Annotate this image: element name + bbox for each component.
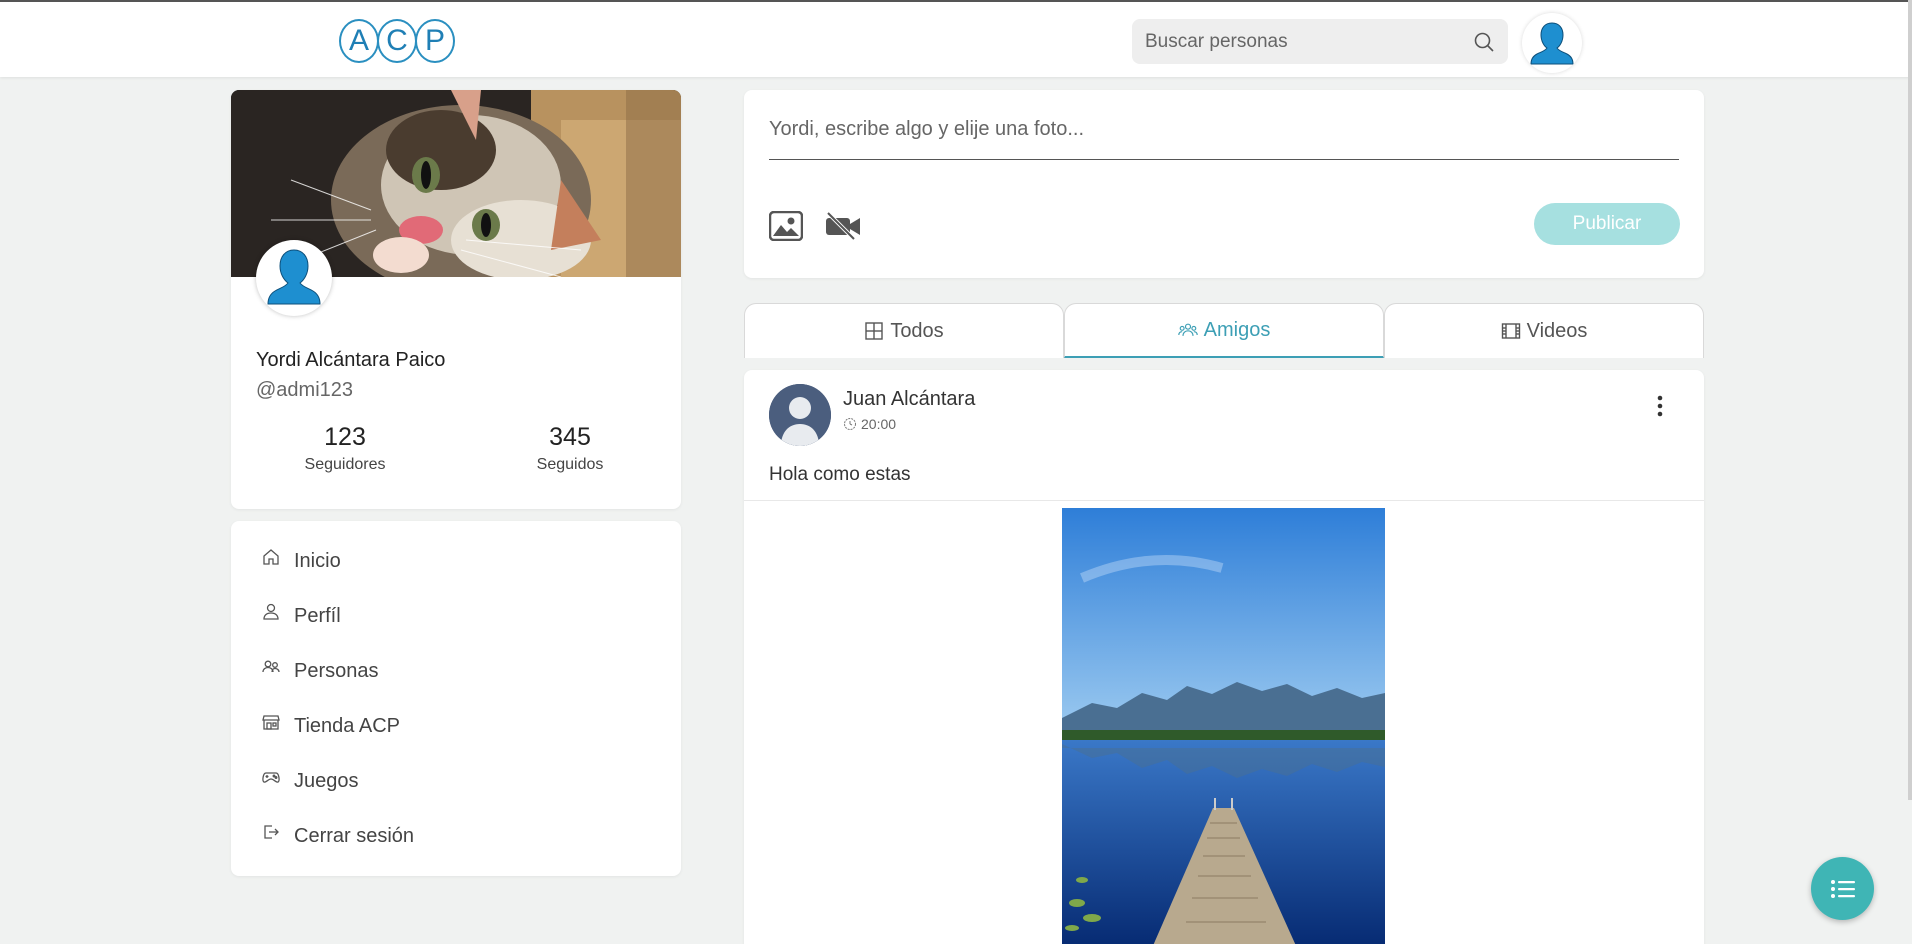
top-navbar: A C P [0, 0, 1912, 77]
publish-button[interactable]: Publicar [1534, 203, 1680, 245]
home-icon [263, 549, 279, 565]
post-timestamp: 20:00 [843, 416, 896, 432]
more-options-icon[interactable] [1656, 394, 1664, 418]
post-text: Hola como estas [769, 464, 911, 485]
image-icon[interactable] [769, 211, 803, 241]
lake-photo [1062, 508, 1385, 944]
menu-item-label: Inicio [294, 549, 341, 572]
followers-label: Seguidores [304, 456, 386, 473]
header-avatar[interactable] [1522, 13, 1582, 73]
post-author-avatar[interactable] [769, 384, 831, 446]
video-off-icon[interactable] [824, 211, 862, 241]
post-time-text: 20:00 [861, 416, 897, 432]
grid-icon [865, 322, 884, 340]
acp-logo[interactable]: A C P [339, 19, 455, 63]
menu-item-inicio[interactable]: Inicio [261, 541, 651, 581]
menu-item-label: Perfíl [294, 604, 341, 627]
floating-list-button[interactable] [1811, 857, 1874, 920]
logo-letter-a: A [339, 19, 379, 63]
tab-label: Amigos [1203, 318, 1271, 341]
profile-avatar[interactable] [256, 240, 332, 316]
logo-letter-p: P [415, 19, 455, 63]
store-icon [262, 715, 280, 730]
tab-label: Videos [1526, 319, 1588, 342]
sidebar-menu: Inicio Perfíl Personas Tienda ACP Juegos… [231, 521, 681, 876]
people-icon [262, 660, 280, 673]
profile-card: Yordi Alcántara Paico @admi123 123 Segui… [231, 90, 681, 509]
page-scrollbar[interactable] [1908, 0, 1912, 800]
default-avatar-icon [769, 384, 831, 446]
menu-item-label: Juegos [294, 769, 359, 792]
followers-count: 123 [324, 423, 366, 451]
search-icon[interactable] [1472, 30, 1496, 54]
followers-stat[interactable]: 123 Seguidores [265, 423, 425, 474]
following-stat[interactable]: 345 Seguidos [490, 423, 650, 474]
tab-todos[interactable]: Todos [744, 303, 1064, 358]
profile-handle: @admi123 [256, 379, 354, 401]
friends-icon [1177, 323, 1198, 336]
clock-icon [844, 418, 856, 430]
menu-item-label: Personas [294, 659, 379, 682]
menu-item-juegos[interactable]: Juegos [261, 761, 651, 801]
following-count: 345 [549, 423, 591, 451]
profile-name: Yordi Alcántara Paico [256, 349, 446, 371]
tab-label: Todos [890, 319, 944, 342]
logo-letter-c: C [377, 19, 417, 63]
menu-item-label: Cerrar sesión [294, 824, 415, 847]
film-icon [1501, 323, 1520, 339]
menu-item-perfil[interactable]: Perfíl [261, 596, 651, 636]
user-avatar-icon [1530, 22, 1574, 65]
logout-icon [264, 825, 279, 839]
gamepad-icon [262, 772, 280, 783]
post-author-name[interactable]: Juan Alcántara [843, 388, 975, 411]
menu-item-cerrar-sesion[interactable]: Cerrar sesión [261, 816, 651, 856]
menu-item-tienda[interactable]: Tienda ACP [261, 706, 651, 746]
user-avatar-icon [267, 249, 321, 305]
divider [744, 500, 1704, 501]
post-text-input[interactable] [769, 110, 1679, 160]
user-icon [263, 603, 279, 620]
menu-item-personas[interactable]: Personas [261, 651, 651, 691]
post-card: Juan Alcántara 20:00 Hola como estas [744, 370, 1704, 944]
list-icon [1830, 879, 1855, 898]
tab-videos[interactable]: Videos [1384, 303, 1704, 358]
tab-amigos[interactable]: Amigos [1064, 303, 1384, 358]
post-image[interactable] [1062, 508, 1385, 944]
post-composer: Publicar [744, 90, 1704, 278]
following-label: Seguidos [536, 456, 604, 473]
search-box [1132, 19, 1508, 64]
menu-item-label: Tienda ACP [294, 714, 400, 737]
search-input[interactable] [1132, 19, 1452, 64]
